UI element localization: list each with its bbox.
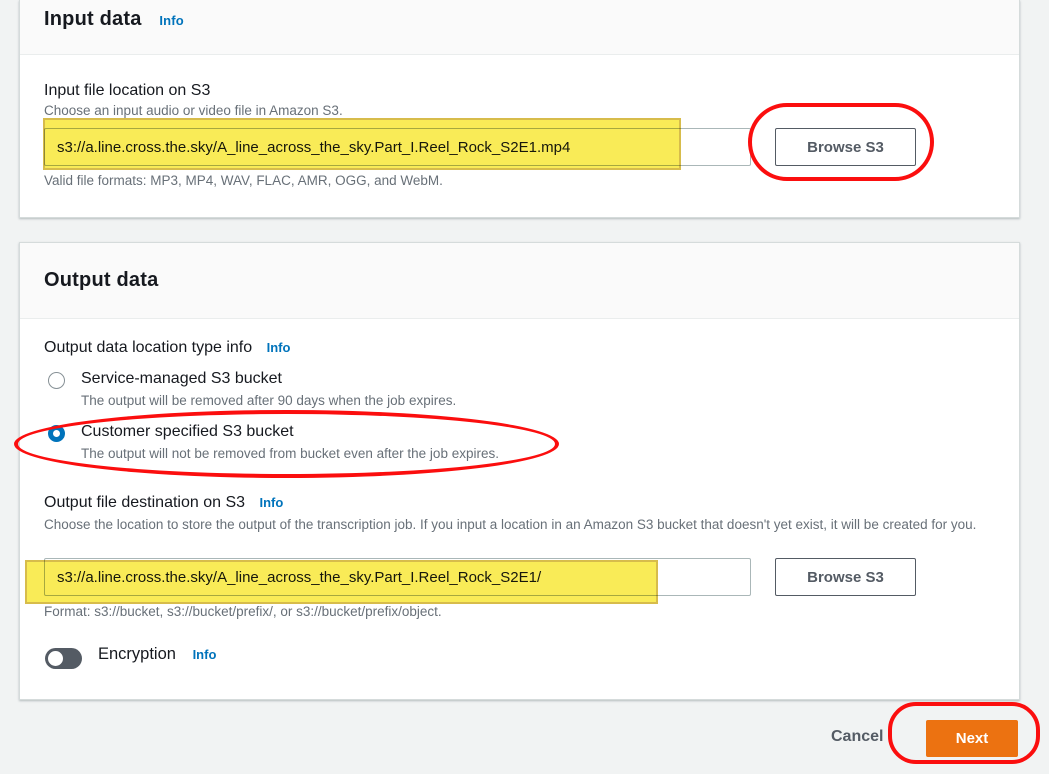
format-helper: Format: s3://bucket, s3://bucket/prefix/… — [44, 604, 442, 619]
input-data-title-text: Input data — [44, 8, 142, 30]
radio-label-customer-specified[interactable]: Customer specified S3 bucket — [81, 423, 294, 441]
input-data-card-header: Input data Info — [20, 0, 1019, 55]
encryption-info-link[interactable]: Info — [193, 647, 217, 662]
output-destination-input[interactable] — [44, 558, 751, 596]
output-data-title: Output data — [44, 269, 158, 292]
output-data-card-header: Output data — [20, 243, 1019, 319]
input-data-card: Input data Info Input file location on S… — [19, 0, 1020, 218]
output-destination-info-link[interactable]: Info — [259, 495, 283, 510]
input-data-info-link[interactable]: Info — [159, 13, 184, 28]
radio-button-service-managed[interactable] — [48, 372, 65, 389]
valid-formats-helper: Valid file formats: MP3, MP4, WAV, FLAC,… — [44, 173, 443, 188]
input-file-location-input[interactable] — [44, 128, 751, 166]
encryption-label: Encryption Info — [98, 645, 216, 664]
input-data-title: Input data Info — [44, 8, 184, 31]
encryption-toggle-knob — [48, 651, 63, 666]
radio-label-service-managed[interactable]: Service-managed S3 bucket — [81, 370, 282, 388]
browse-s3-input-button[interactable]: Browse S3 — [775, 128, 916, 166]
input-file-location-label: Input file location on S3 — [44, 82, 210, 100]
output-destination-label: Output file destination on S3 Info — [44, 494, 283, 512]
output-location-type-label: Output data location type info Info — [44, 339, 290, 357]
cancel-button[interactable]: Cancel — [831, 728, 883, 746]
next-button[interactable]: Next — [926, 720, 1018, 757]
radio-desc-service-managed: The output will be removed after 90 days… — [81, 393, 456, 408]
output-destination-label-text: Output file destination on S3 — [44, 494, 245, 511]
encryption-toggle[interactable] — [45, 648, 82, 669]
output-location-type-label-text: Output data location type info — [44, 339, 252, 356]
output-destination-description: Choose the location to store the output … — [44, 516, 999, 534]
radio-button-customer-specified[interactable] — [48, 425, 65, 442]
input-file-location-description: Choose an input audio or video file in A… — [44, 103, 343, 118]
output-data-card: Output data Output data location type in… — [19, 242, 1020, 700]
browse-s3-output-button[interactable]: Browse S3 — [775, 558, 916, 596]
encryption-label-text: Encryption — [98, 645, 176, 663]
radio-desc-customer-specified: The output will not be removed from buck… — [81, 446, 499, 461]
output-location-type-info-link[interactable]: Info — [267, 340, 291, 355]
